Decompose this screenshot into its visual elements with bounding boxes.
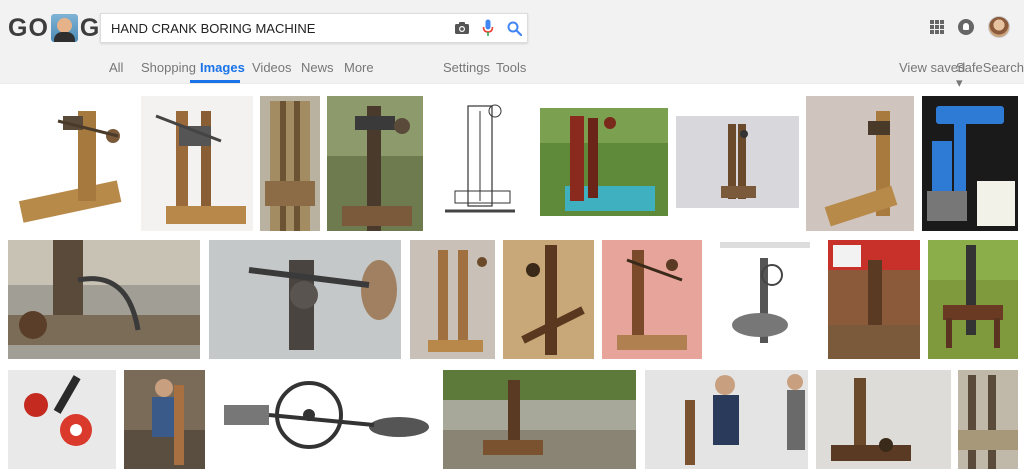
image-result[interactable] [410, 240, 495, 359]
image-result[interactable] [922, 96, 1018, 231]
doodle-portrait-icon [50, 14, 78, 42]
image-result[interactable] [8, 240, 200, 359]
image-result[interactable] [602, 240, 702, 359]
image-results-grid [0, 88, 1024, 469]
image-result[interactable] [327, 96, 423, 231]
safesearch-dropdown[interactable]: SafeSearch ▾ [956, 60, 1024, 91]
image-result[interactable] [8, 96, 136, 231]
account-controls [930, 16, 1010, 38]
image-result[interactable] [540, 108, 668, 216]
tab-images[interactable]: Images [200, 60, 245, 75]
image-result[interactable] [828, 240, 920, 359]
tab-shopping[interactable]: Shopping [141, 60, 196, 75]
tab-all[interactable]: All [109, 60, 123, 75]
tab-tools[interactable]: Tools [496, 60, 526, 75]
image-result[interactable] [260, 96, 320, 231]
image-result[interactable] [141, 96, 253, 231]
apps-grid-icon[interactable] [930, 20, 944, 34]
tab-videos[interactable]: Videos [252, 60, 292, 75]
microphone-icon[interactable] [475, 15, 501, 41]
image-result[interactable] [443, 370, 636, 469]
image-result[interactable] [676, 116, 799, 208]
search-icon[interactable] [501, 15, 527, 41]
image-result[interactable] [645, 370, 808, 469]
search-tabs: All Shopping Images Videos News More Set… [0, 55, 1024, 90]
tab-settings[interactable]: Settings [443, 60, 490, 75]
active-tab-indicator [190, 80, 240, 83]
tab-more[interactable]: More [344, 60, 374, 75]
search-box [100, 13, 528, 43]
logo-text-left: GO [8, 13, 49, 42]
image-result[interactable] [8, 370, 116, 469]
tab-news[interactable]: News [301, 60, 334, 75]
image-result[interactable] [124, 370, 205, 469]
image-result[interactable] [214, 370, 436, 469]
header-bar: GO GLE All Shopping Images Videos News M… [0, 0, 1024, 90]
image-result[interactable] [958, 370, 1018, 469]
image-result[interactable] [503, 240, 594, 359]
image-result[interactable] [928, 240, 1018, 359]
search-input[interactable] [101, 15, 449, 41]
image-result[interactable] [209, 240, 401, 359]
image-result[interactable] [816, 370, 951, 469]
account-avatar[interactable] [988, 16, 1010, 38]
notifications-icon[interactable] [958, 19, 974, 35]
camera-icon[interactable] [449, 15, 475, 41]
image-result[interactable] [806, 96, 914, 231]
image-result[interactable] [430, 96, 533, 231]
image-result[interactable] [710, 240, 820, 359]
